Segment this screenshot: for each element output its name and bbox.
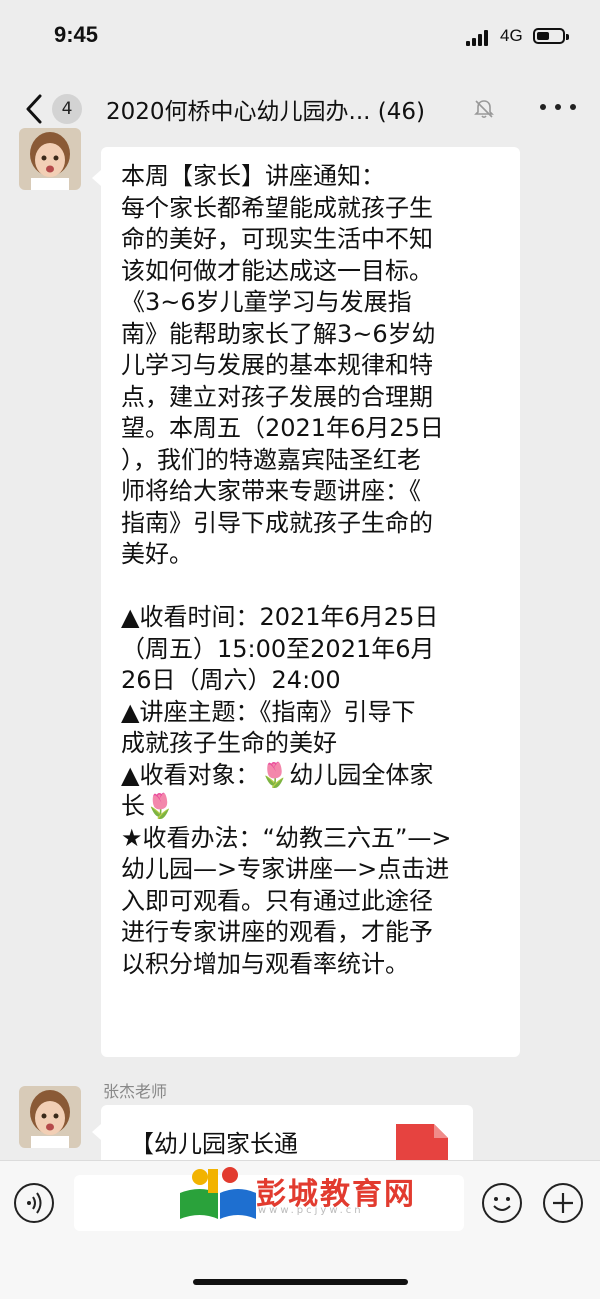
message-line: 指南》引导下成就孩子生命的 bbox=[121, 508, 433, 537]
back-chevron-icon[interactable] bbox=[22, 92, 48, 126]
watermark-subtext: www.pcjyw.cn bbox=[258, 1205, 364, 1216]
bubble-tail bbox=[92, 170, 101, 186]
message-line: 幼儿园—>专家讲座—>点击进 bbox=[121, 855, 450, 883]
message-line: 该如何做才能达成这一目标。 bbox=[121, 256, 433, 285]
message-line: 师将给大家带来专题讲座：《 bbox=[121, 477, 421, 505]
message-line: （周五）15:00至2021年6月 bbox=[121, 634, 435, 663]
battery-fill bbox=[537, 32, 549, 40]
signal-icon bbox=[466, 30, 492, 46]
network-label: 4G bbox=[500, 26, 523, 45]
input-bar: 彭城教育网 www.pcjyw.cn bbox=[0, 1160, 600, 1299]
pdf-file-icon bbox=[396, 1124, 448, 1164]
home-indicator bbox=[193, 1279, 408, 1285]
file-title: 【幼儿园家长通 bbox=[130, 1130, 298, 1158]
battery-icon bbox=[533, 28, 569, 44]
mute-bell-icon bbox=[474, 100, 494, 119]
voice-icon[interactable] bbox=[14, 1183, 54, 1223]
message-line: 命的美好，可现实生活中不知 bbox=[121, 225, 433, 253]
message-line: 进行专家讲座的观看，才能予 bbox=[121, 918, 433, 946]
bubble-tail bbox=[92, 1124, 101, 1140]
avatar[interactable] bbox=[19, 128, 81, 190]
chat-title: 2020何桥中心幼儿园办... (46) bbox=[106, 99, 425, 125]
message-line bbox=[121, 571, 496, 603]
message-line: 本周【家长】讲座通知： bbox=[121, 162, 385, 190]
message-line: ▲收看对象：🌷幼儿园全体家 bbox=[121, 760, 434, 789]
chat-header: 4 2020何桥中心幼儿园办... (46) bbox=[0, 78, 600, 140]
emoji-icon[interactable] bbox=[482, 1183, 522, 1223]
message-line: ），我们的特邀嘉宾陆圣红老 bbox=[121, 445, 421, 474]
message-line: 成就孩子生命的美好 bbox=[121, 729, 337, 757]
message-line: ▲讲座主题：《指南》引导下 bbox=[121, 697, 416, 726]
message-text: 本周【家长】讲座通知： 每个家长都希望能成就孩子生 命的美好，可现实生活中不知 该如何… bbox=[121, 161, 496, 980]
sender-name: 张杰老师 bbox=[103, 1082, 168, 1101]
message-line: ★收看办法：“幼教三六五”—> bbox=[121, 823, 452, 852]
status-time: 9:45 bbox=[54, 22, 99, 47]
message-line: 长🌷 bbox=[121, 792, 175, 820]
message-line: 入即可观看。只有通过此途径 bbox=[121, 886, 433, 915]
message-line: 望。本周五（2021年6月25日 bbox=[121, 414, 444, 442]
message-line: 《3~6岁儿童学习与发展指 bbox=[121, 288, 412, 316]
message-line: ▲收看时间：2021年6月25日 bbox=[121, 603, 439, 631]
unread-count-badge[interactable]: 4 bbox=[52, 94, 82, 124]
message-line: 南》能帮助家长了解3~6岁幼 bbox=[121, 319, 436, 348]
avatar[interactable] bbox=[19, 1086, 81, 1148]
message-line: 点，建立对孩子发展的合理期 bbox=[121, 382, 433, 411]
message-line: 儿学习与发展的基本规律和特 bbox=[121, 351, 433, 379]
message-line: 26日（周六）24:00 bbox=[121, 666, 341, 694]
message-line: 每个家长都希望能成就孩子生 bbox=[121, 193, 433, 222]
plus-icon[interactable] bbox=[543, 1183, 583, 1223]
status-bar: 9:45 4G bbox=[0, 0, 600, 78]
more-dots-icon[interactable] bbox=[540, 104, 576, 112]
message-bubble[interactable]: 本周【家长】讲座通知： 每个家长都希望能成就孩子生 命的美好，可现实生活中不知 该如何… bbox=[101, 147, 520, 1057]
message-line: 美好。 bbox=[121, 540, 193, 568]
message-line: 以积分增加与观看率统计。 bbox=[121, 949, 409, 978]
